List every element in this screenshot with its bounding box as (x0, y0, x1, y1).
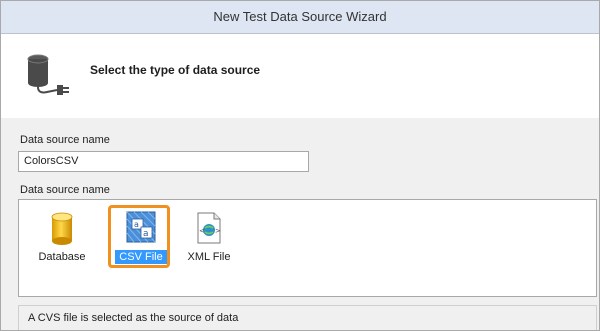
data-source-type-list: Database a a CSV File < > XML File (18, 199, 597, 297)
data-source-name-input[interactable]: ColorsCSV (18, 151, 309, 172)
xml-file-icon: < > (197, 212, 221, 244)
database-plug-icon (27, 54, 69, 95)
svg-text:>: > (215, 227, 221, 235)
type-item-database[interactable]: Database (30, 200, 94, 270)
wizard-header: Select the type of data source (1, 34, 599, 118)
title-bar: New Test Data Source Wizard (1, 1, 599, 34)
data-source-type-label: Data source name (20, 184, 110, 196)
database-icon (51, 212, 73, 245)
type-item-xml[interactable]: < > XML File (177, 200, 241, 270)
status-description: A CVS file is selected as the source of … (18, 305, 597, 330)
type-item-label: Database (38, 251, 86, 263)
data-source-name-label: Data source name (20, 134, 110, 146)
header-title: Select the type of data source (90, 63, 261, 77)
svg-text:<: < (199, 227, 205, 235)
selection-highlight-frame (108, 205, 170, 268)
type-item-label: XML File (187, 251, 231, 263)
wizard-window: New Test Data Source Wizard Select the t… (0, 0, 600, 331)
